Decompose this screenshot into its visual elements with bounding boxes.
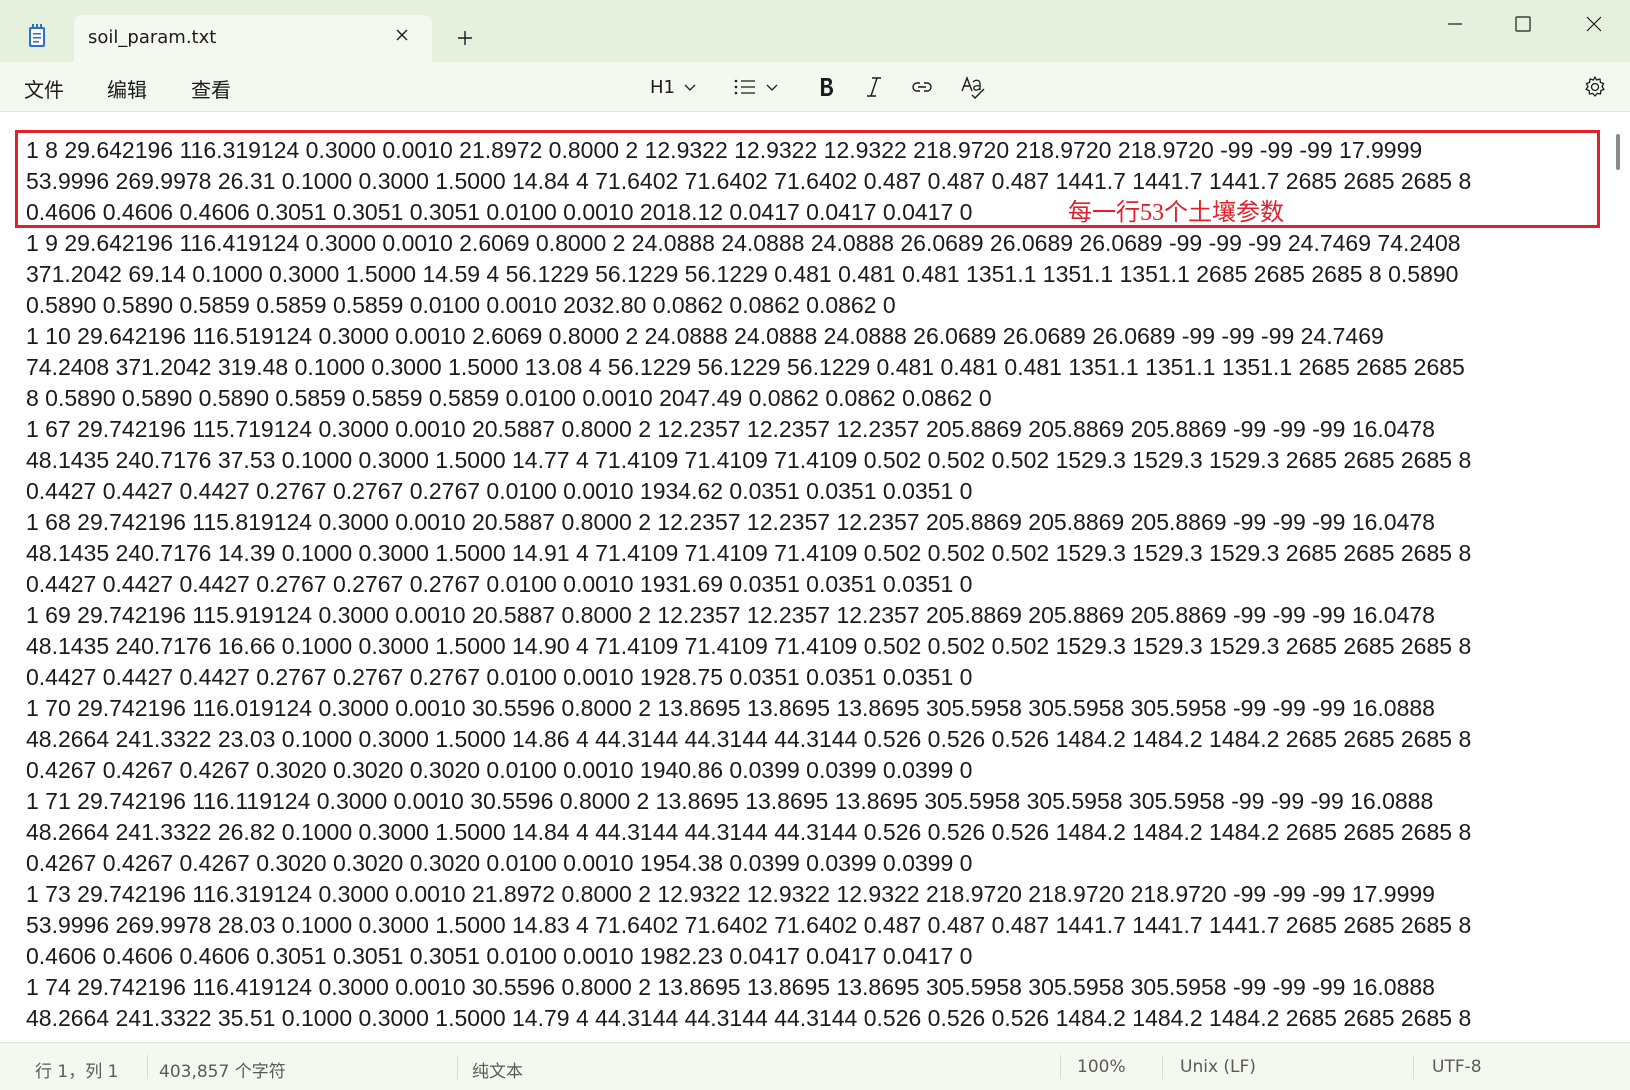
- document-text[interactable]: 1 8 29.642196 116.319124 0.3000 0.0010 2…: [26, 135, 1596, 1034]
- status-divider: [457, 1055, 458, 1079]
- status-divider: [1060, 1055, 1061, 1079]
- text-line: 1 9 29.642196 116.419124 0.3000 0.0010 2…: [26, 230, 1461, 256]
- text-line: 0.5890 0.5890 0.5859 0.5859 0.5859 0.010…: [26, 292, 896, 318]
- text-line: 0.4427 0.4427 0.4427 0.2767 0.2767 0.276…: [26, 478, 973, 504]
- text-line: 1 71 29.742196 116.119124 0.3000 0.0010 …: [26, 788, 1434, 814]
- menu-file[interactable]: 文件: [24, 74, 64, 103]
- title-bar: soil_param.txt: [0, 0, 1630, 62]
- text-line: 0.4427 0.4427 0.4427 0.2767 0.2767 0.276…: [26, 664, 973, 690]
- text-line: 48.1435 240.7176 37.53 0.1000 0.3000 1.5…: [26, 447, 1472, 473]
- line-ending[interactable]: Unix (LF): [1180, 1057, 1256, 1077]
- highlight-box: [15, 130, 1600, 228]
- text-line: 0.4606 0.4606 0.4606 0.3051 0.3051 0.305…: [26, 943, 973, 969]
- text-line: 48.2664 241.3322 23.03 0.1000 0.3000 1.5…: [26, 726, 1472, 752]
- format-label: 纯文本: [472, 1062, 523, 1082]
- text-line: 1 67 29.742196 115.719124 0.3000 0.0010 …: [26, 416, 1435, 442]
- text-line: 1 68 29.742196 115.819124 0.3000 0.0010 …: [26, 509, 1435, 535]
- minimize-icon[interactable]: [1433, 10, 1477, 38]
- chevron-down-icon: [684, 84, 696, 91]
- menu-view[interactable]: 查看: [191, 74, 231, 103]
- gear-icon: [1585, 76, 1605, 97]
- scrollbar-thumb[interactable]: [1616, 134, 1620, 170]
- menu-bar: 文件 编辑 查看 H1: [0, 62, 1630, 112]
- link-icon: [912, 82, 932, 92]
- menu-edit[interactable]: 编辑: [107, 74, 147, 103]
- italic-button[interactable]: [864, 74, 884, 100]
- bulleted-list-icon: [734, 79, 755, 95]
- window-close-icon[interactable]: [1572, 10, 1616, 38]
- text-line: 1 10 29.642196 116.519124 0.3000 0.0010 …: [26, 323, 1384, 349]
- text-line: 74.2408 371.2042 319.48 0.1000 0.3000 1.…: [26, 354, 1465, 380]
- close-tab-icon[interactable]: [392, 25, 412, 45]
- annotation-label: 每一行53个土壤参数: [1068, 200, 1284, 226]
- settings-button[interactable]: [1583, 74, 1607, 100]
- cursor-position[interactable]: 行 1，列 1: [35, 1057, 118, 1082]
- notepad-icon: [29, 24, 45, 47]
- text-line: 0.4267 0.4267 0.4267 0.3020 0.3020 0.302…: [26, 757, 973, 783]
- text-line: 1 74 29.742196 116.419124 0.3000 0.0010 …: [26, 974, 1435, 1000]
- text-line: 48.1435 240.7176 16.66 0.1000 0.3000 1.5…: [26, 633, 1472, 659]
- list-dropdown[interactable]: [733, 74, 779, 100]
- status-divider: [1413, 1055, 1414, 1079]
- status-divider: [1162, 1055, 1163, 1079]
- encoding[interactable]: UTF-8: [1432, 1057, 1482, 1077]
- text-line: 0.4267 0.4267 0.4267 0.3020 0.3020 0.302…: [26, 850, 973, 876]
- spellcheck-icon: [961, 76, 985, 99]
- italic-icon: [867, 77, 881, 97]
- maximize-icon[interactable]: [1501, 10, 1545, 38]
- chevron-down-icon: [766, 84, 778, 91]
- plus-icon[interactable]: [455, 28, 475, 48]
- tab-title: soil_param.txt: [88, 27, 217, 48]
- text-line: 53.9996 269.9978 28.03 0.1000 0.3000 1.5…: [26, 912, 1472, 938]
- text-line: 48.2664 241.3322 26.82 0.1000 0.3000 1.5…: [26, 819, 1472, 845]
- status-bar: 行 1，列 1 403,857 个字符 纯文本 100% Unix (LF) U…: [0, 1042, 1630, 1090]
- tab-soil-param[interactable]: soil_param.txt: [74, 15, 432, 62]
- character-count: 403,857 个字符: [159, 1062, 286, 1082]
- status-divider: [147, 1055, 148, 1079]
- text-line: 48.2664 241.3322 35.51 0.1000 0.3000 1.5…: [26, 1005, 1472, 1031]
- bold-icon: [821, 78, 833, 96]
- zoom-level[interactable]: 100%: [1077, 1057, 1126, 1077]
- bold-button[interactable]: [816, 74, 836, 100]
- link-button[interactable]: [910, 74, 934, 100]
- text-line: 1 73 29.742196 116.319124 0.3000 0.0010 …: [26, 881, 1435, 907]
- heading-label: H1: [650, 76, 675, 98]
- text-line: 48.1435 240.7176 14.39 0.1000 0.3000 1.5…: [26, 540, 1472, 566]
- spellcheck-button[interactable]: [960, 74, 986, 100]
- editor-area[interactable]: 1 8 29.642196 116.319124 0.3000 0.0010 2…: [0, 112, 1630, 1042]
- heading-dropdown[interactable]: H1: [650, 74, 697, 100]
- text-line: 0.4427 0.4427 0.4427 0.2767 0.2767 0.276…: [26, 571, 973, 597]
- text-line: 371.2042 69.14 0.1000 0.3000 1.5000 14.5…: [26, 261, 1459, 287]
- text-line: 1 69 29.742196 115.919124 0.3000 0.0010 …: [26, 602, 1435, 628]
- text-line: 1 70 29.742196 116.019124 0.3000 0.0010 …: [26, 695, 1435, 721]
- text-line: 8 0.5890 0.5890 0.5890 0.5859 0.5859 0.5…: [26, 385, 992, 411]
